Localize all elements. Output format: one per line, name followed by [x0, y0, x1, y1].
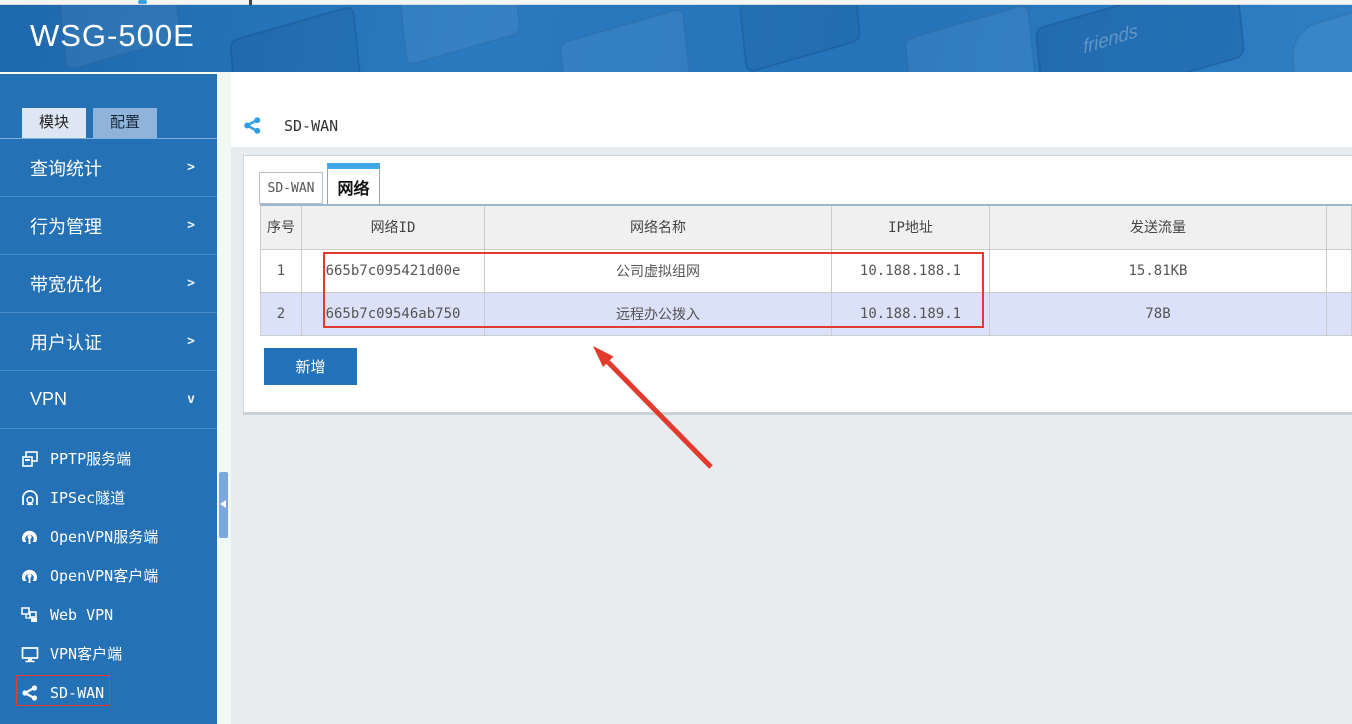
table-header-row: 序号 网络ID 网络名称 IP地址 发送流量 [260, 204, 1352, 250]
sidebar-item-label: VPN客户端 [50, 645, 123, 663]
cell-tx: 78B [989, 291, 1327, 336]
tunnel-icon [20, 488, 39, 507]
panel-tabs: SD-WAN 网络 [259, 163, 380, 204]
cell-seq: 2 [260, 291, 302, 336]
chevron-down-icon: v [187, 392, 195, 407]
keyboard-key-decor [228, 5, 362, 72]
keyboard-key-decor [1034, 5, 1246, 72]
sidebar-item-query-stats[interactable]: 查询统计 > [0, 139, 217, 197]
sidebar-item-label: OpenVPN服务端 [50, 528, 159, 546]
sidebar-item-label: IPSec隧道 [50, 489, 126, 507]
share-icon [243, 116, 262, 135]
browser-edge-sliver [0, 0, 1352, 5]
cell-network-name: 公司虚拟组网 [484, 248, 832, 293]
tab-sd-wan[interactable]: SD-WAN [259, 172, 323, 204]
sidebar-collapse-handle[interactable] [219, 472, 228, 538]
sidebar-item-vpn-client[interactable]: VPN客户端 [0, 634, 217, 673]
cell-network-name: 远程办公拨入 [484, 291, 832, 336]
sidebar-item-bandwidth-opt[interactable]: 带宽优化 > [0, 255, 217, 313]
sidebar-item-openvpn-client[interactable]: OpenVPN客户端 [0, 556, 217, 595]
vpn-submenu: PPTP服务端 IPSec隧道 OpenVPN服务端 OpenVPN客户端 We… [0, 429, 217, 724]
breadcrumb: SD-WAN [243, 116, 338, 135]
sidebar-item-label: OpenVPN客户端 [50, 567, 159, 585]
cell-tx: 15.81KB [989, 248, 1327, 293]
sidebar-item-label: VPN [30, 389, 68, 409]
table-row: 2 665b7c09546ab750 远程办公拨入 10.188.189.1 7… [260, 291, 1352, 336]
app-header: friends WSG-500E [0, 5, 1352, 72]
chevron-right-icon: > [187, 218, 195, 233]
monitor-icon [20, 644, 39, 663]
chevron-right-icon: > [187, 160, 195, 175]
browser-edge-artifact [249, 0, 252, 5]
windows-icon [20, 449, 39, 468]
sidebar-item-pptp-server[interactable]: PPTP服务端 [0, 439, 217, 478]
sidebar-item-label: 带宽优化 [30, 274, 102, 295]
sidebar-item-label: SD-WAN [50, 683, 105, 702]
sidebar-tab-config[interactable]: 配置 [93, 108, 158, 138]
col-header-tx: 发送流量 [989, 204, 1327, 250]
page-title: SD-WAN [284, 116, 339, 135]
sidebar-item-label: 行为管理 [30, 216, 102, 237]
sidebar-item-label: PPTP服务端 [50, 450, 132, 468]
col-header-network-id: 网络ID [301, 204, 485, 250]
add-button[interactable]: 新增 [264, 348, 357, 385]
keyboard-key-decor [1288, 5, 1352, 72]
sidebar-item-web-vpn[interactable]: Web VPN [0, 595, 217, 634]
network-table: 序号 网络ID 网络名称 IP地址 发送流量 1 665b7c095421d00… [260, 204, 1352, 336]
cell-network-id: 665b7c095421d00e [301, 248, 485, 293]
breadcrumb-band: SD-WAN [231, 72, 1352, 147]
cell-ip: 10.188.189.1 [831, 291, 990, 336]
cell-ip: 10.188.188.1 [831, 248, 990, 293]
keyboard-key-decor [398, 5, 522, 67]
sidebar-item-behavior-mgmt[interactable]: 行为管理 > [0, 197, 217, 255]
cell-seq: 1 [260, 248, 302, 293]
table-row: 1 665b7c095421d00e 公司虚拟组网 10.188.188.1 1… [260, 248, 1352, 293]
app-title: WSG-500E [30, 18, 195, 53]
col-header-ip: IP地址 [831, 204, 990, 250]
sidebar-item-vpn[interactable]: VPN v [0, 371, 217, 429]
sidebar-item-ipsec-tunnel[interactable]: IPSec隧道 [0, 478, 217, 517]
sidebar-item-label: Web VPN [50, 605, 114, 624]
col-header-seq: 序号 [260, 204, 302, 250]
col-header-cutoff [1326, 204, 1352, 250]
openvpn-icon [20, 566, 39, 585]
sidebar-item-sd-wan[interactable]: SD-WAN [0, 673, 217, 712]
sidebar-gutter [217, 72, 231, 724]
sidebar-item-openvpn-server[interactable]: OpenVPN服务端 [0, 517, 217, 556]
cell-network-id: 665b7c09546ab750 [301, 291, 485, 336]
chevron-right-icon: > [187, 276, 195, 291]
browser-edge-artifact-icon [138, 0, 147, 4]
content-panel: SD-WAN 网络 序号 网络ID 网络名称 IP地址 发送流量 1 665b7… [243, 155, 1352, 413]
tab-network[interactable]: 网络 [327, 163, 380, 204]
sidebar-item-user-auth[interactable]: 用户认证 > [0, 313, 217, 371]
chevron-right-icon: > [187, 334, 195, 349]
sidebar: 模块 配置 查询统计 > 行为管理 > 带宽优化 > 用户认证 > VPN v … [0, 72, 217, 724]
share-icon [20, 683, 39, 702]
sidebar-item-label: 用户认证 [30, 332, 102, 353]
keyboard-key-decor [903, 5, 1037, 72]
cell-cutoff [1326, 248, 1352, 293]
sidebar-tabs: 模块 配置 [22, 108, 217, 138]
keyboard-key-decor [558, 6, 692, 72]
nodes-icon [20, 605, 39, 624]
sidebar-tab-modules[interactable]: 模块 [22, 108, 87, 138]
openvpn-icon [20, 527, 39, 546]
cell-cutoff [1326, 291, 1352, 336]
sidebar-item-gre-tunnel[interactable]: GRE隧道 [0, 712, 217, 724]
keyboard-key-decor [738, 5, 862, 72]
col-header-network-name: 网络名称 [484, 204, 832, 250]
sidebar-item-label: 查询统计 [30, 158, 102, 179]
